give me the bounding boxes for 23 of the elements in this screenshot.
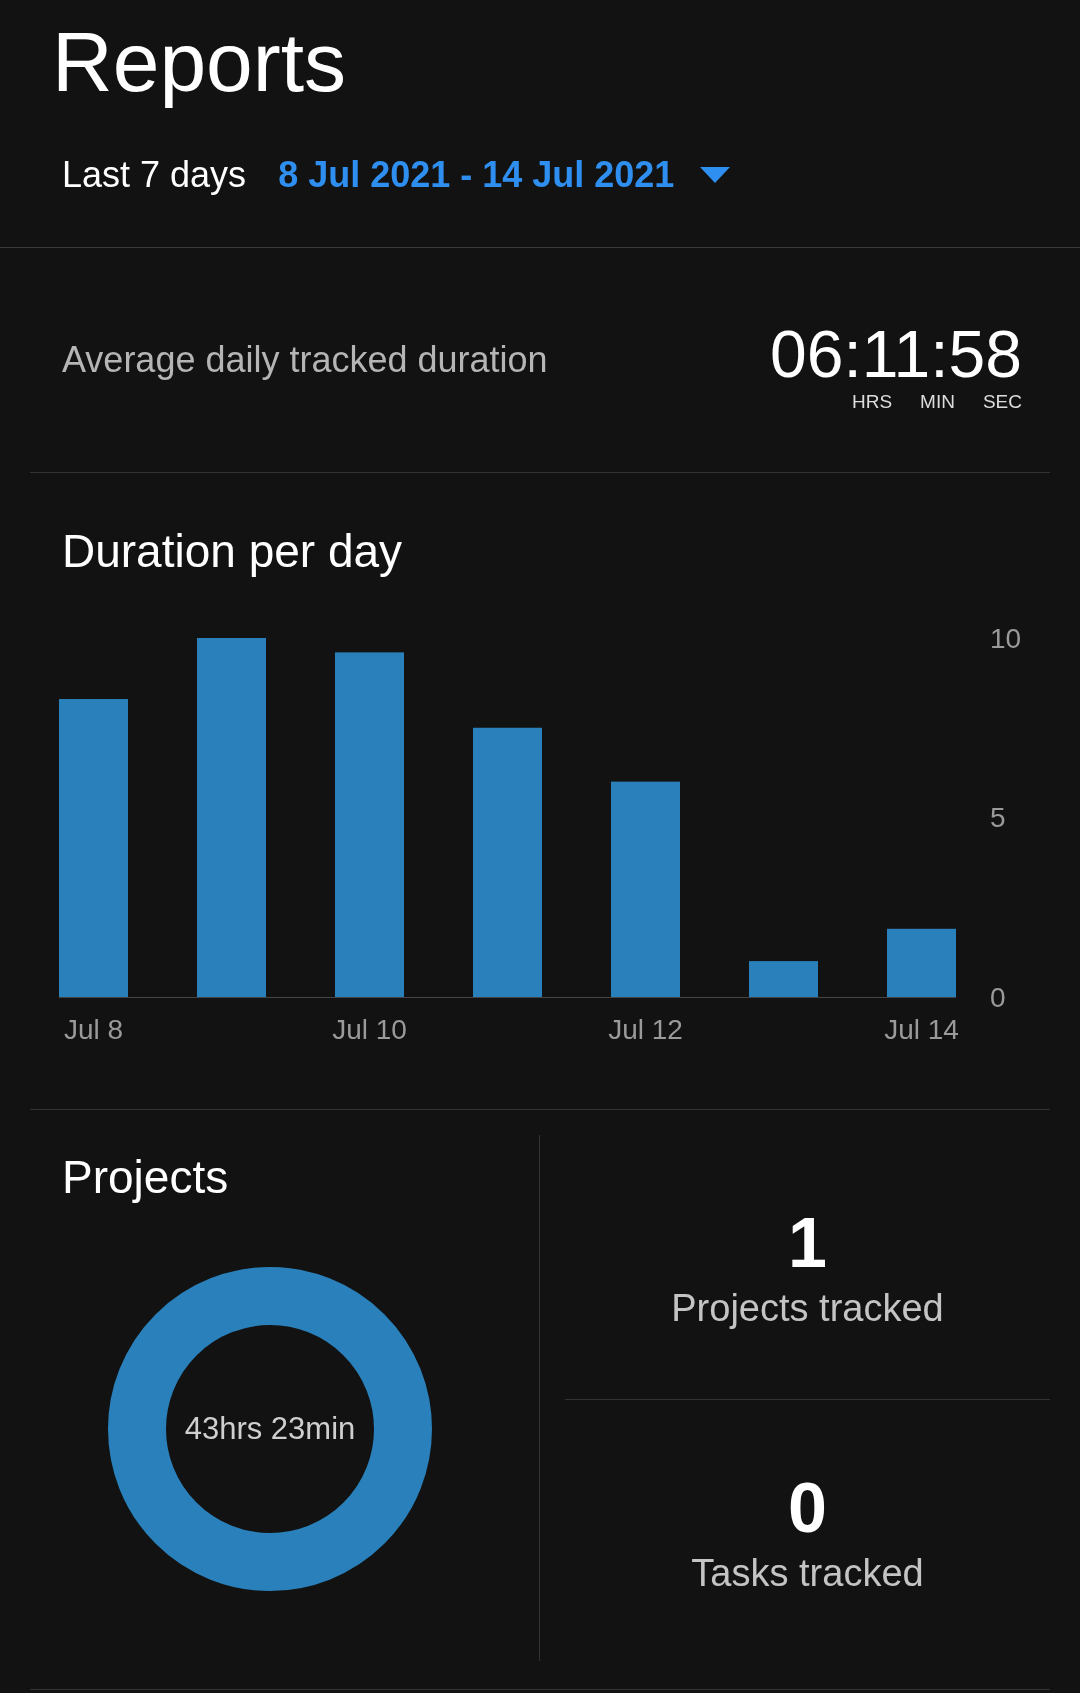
section-title: Projects — [61, 1150, 229, 1205]
donut-total: 43hrs 23min — [183, 1411, 357, 1447]
stat-label: Tasks tracked — [691, 1552, 924, 1595]
x-axis-label: Jul 12 — [608, 1014, 683, 1045]
x-axis-label: Jul 10 — [332, 1014, 407, 1045]
x-axis-label: Jul 14 — [884, 1014, 959, 1045]
y-axis-label: 0 — [990, 981, 1006, 1013]
chart-title: Duration per day — [61, 524, 403, 579]
date-range-dropdown[interactable]: 8 Jul 2021 - 14 Jul 2021 — [278, 154, 731, 196]
caret-icon — [700, 167, 731, 183]
stat-value: 1 — [788, 1204, 827, 1281]
stat-label: Projects tracked — [671, 1286, 944, 1330]
y-axis-label: 10 — [990, 622, 1022, 654]
y-axis-label: 5 — [990, 802, 1006, 833]
time-unit-label: HRS — [851, 391, 893, 413]
stat-value: 0 — [788, 1470, 827, 1546]
average-duration: 06:11:58 — [770, 321, 1022, 387]
x-axis-label: Jul 8 — [63, 1014, 124, 1045]
time-unit-label: MIN — [920, 391, 955, 413]
page-title: Reports — [51, 14, 347, 110]
time-unit-label: SEC — [982, 391, 1022, 413]
range-label: Last 7 days — [62, 154, 247, 196]
average-label: Average daily tracked duration — [62, 339, 548, 381]
